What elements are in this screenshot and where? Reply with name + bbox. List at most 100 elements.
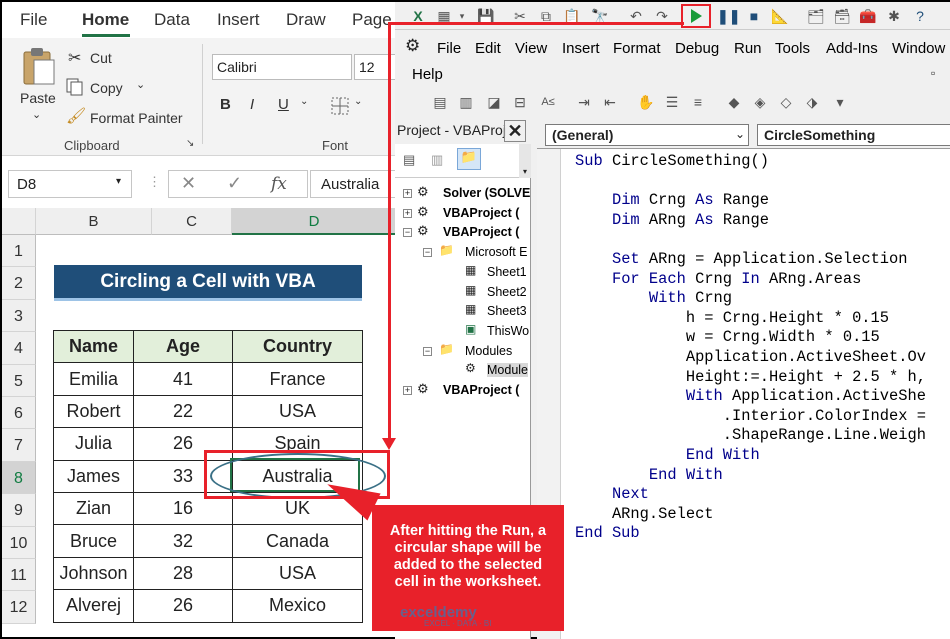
table-cell[interactable]: USA	[232, 394, 363, 429]
name-box[interactable]: D8	[8, 170, 132, 198]
table-cell[interactable]: Emilia	[53, 362, 134, 396]
vba-menu-help[interactable]: Help	[412, 66, 443, 83]
object-combo[interactable]: (General) ⌄	[545, 124, 749, 146]
copy-button[interactable]: Copy	[90, 80, 123, 96]
table-cell[interactable]: 32	[133, 524, 233, 558]
format-painter-icon[interactable]: 🖌	[66, 106, 86, 126]
underline-dropdown-icon[interactable]: ⌄	[300, 96, 308, 107]
table-cell[interactable]: Johnson	[53, 556, 134, 591]
scissors-icon[interactable]: ✂	[68, 48, 81, 68]
table-cell[interactable]: 22	[133, 394, 233, 429]
properties-icon[interactable]: 🗃	[833, 7, 851, 25]
tree-vbaproject-1[interactable]: VBAProject (	[443, 206, 519, 220]
tree-microsoft-excel-objects[interactable]: Microsoft E	[465, 245, 528, 259]
underline-button[interactable]: U	[278, 96, 289, 113]
cancel-icon[interactable]: ✕	[181, 173, 196, 194]
menu-home[interactable]: Home	[82, 10, 129, 30]
row-header-10[interactable]: 10	[2, 526, 36, 559]
select-all-corner[interactable]	[2, 208, 36, 235]
view-object-icon[interactable]: ▥	[431, 152, 443, 168]
close-project-explorer-button[interactable]: ✕	[504, 120, 526, 142]
tree-vbaproject-2[interactable]: VBAProject (	[443, 225, 519, 239]
parameter-info-icon[interactable]: ⊟	[511, 93, 529, 111]
quick-info-icon[interactable]: ◪	[485, 93, 503, 111]
row-header-9[interactable]: 9	[2, 494, 36, 527]
uncomment-block-icon[interactable]: ≡	[689, 93, 707, 111]
tree-modules[interactable]: Modules	[465, 344, 512, 358]
name-box-dropdown-icon[interactable]: ▾	[116, 176, 121, 187]
expand-icon[interactable]: +	[403, 209, 412, 218]
object-browser-icon[interactable]: 🧰	[859, 7, 877, 25]
table-cell[interactable]: 41	[133, 362, 233, 396]
complete-word-icon[interactable]: A≤	[539, 93, 557, 111]
row-header-12[interactable]: 12	[2, 591, 36, 624]
header-name[interactable]: Name	[53, 329, 134, 364]
formula-input[interactable]: Australia	[310, 170, 395, 198]
insert-function-icon[interactable]: fx	[271, 174, 287, 194]
copy-icon[interactable]	[66, 78, 84, 96]
vba-menu-run[interactable]: Run	[734, 40, 762, 57]
tree-thisworkbook[interactable]: ThisWo	[487, 324, 529, 338]
row-header-2[interactable]: 2	[2, 267, 36, 300]
table-cell[interactable]: Alverej	[53, 589, 134, 623]
previous-bookmark-icon[interactable]: ◇	[777, 93, 795, 111]
menu-insert[interactable]: Insert	[217, 10, 260, 30]
next-bookmark-icon[interactable]: ◈	[751, 93, 769, 111]
tree-vbaproject-3[interactable]: VBAProject (	[443, 383, 519, 397]
tree-sheet2[interactable]: Sheet2	[487, 285, 527, 299]
break-icon[interactable]: ❚❚	[717, 7, 740, 25]
table-cell[interactable]: Zian	[53, 491, 134, 526]
table-cell[interactable]: Robert	[53, 394, 134, 429]
explorer-scroll-icon[interactable]: ▾	[519, 144, 531, 178]
column-header-c[interactable]: C	[152, 208, 232, 235]
tree-sheet3[interactable]: Sheet3	[487, 304, 527, 318]
row-header-11[interactable]: 11	[2, 559, 36, 592]
outdent-icon[interactable]: ⇤	[601, 93, 619, 111]
menu-data[interactable]: Data	[154, 10, 190, 30]
menu-file[interactable]: File	[20, 10, 47, 30]
run-icon[interactable]	[691, 9, 702, 23]
paste-label[interactable]: Paste	[20, 90, 56, 106]
view-code-icon[interactable]: ▤	[403, 152, 415, 168]
vba-menu-edit[interactable]: Edit	[475, 40, 501, 57]
help-icon[interactable]: ?	[911, 7, 929, 25]
table-cell[interactable]: 28	[133, 556, 233, 591]
row-header-4[interactable]: 4	[2, 332, 36, 365]
clear-bookmarks-icon[interactable]: ⬗	[803, 93, 821, 111]
project-explorer-icon[interactable]: 🗂	[807, 7, 825, 25]
code-editor[interactable]: Sub CircleSomething() Dim Crng As Range …	[575, 152, 926, 544]
procedure-combo[interactable]: CircleSomething	[757, 124, 950, 146]
table-cell[interactable]: 26	[133, 589, 233, 623]
expand-icon[interactable]: +	[403, 386, 412, 395]
row-header-3[interactable]: 3	[2, 299, 36, 333]
row-header-7[interactable]: 7	[2, 429, 36, 462]
cut-button[interactable]: Cut	[90, 50, 112, 66]
expand-icon[interactable]: +	[403, 189, 412, 198]
row-header-1[interactable]: 1	[2, 235, 36, 268]
font-name-box[interactable]: Calibri	[212, 54, 352, 80]
toggle-bookmark-icon[interactable]: ◆	[725, 93, 743, 111]
table-cell[interactable]: France	[232, 362, 363, 396]
design-mode-icon[interactable]: 📐	[771, 7, 789, 25]
vba-menu-format[interactable]: Format	[613, 40, 661, 57]
vba-menu-debug[interactable]: Debug	[675, 40, 719, 57]
borders-icon[interactable]	[330, 96, 350, 116]
vba-menu-view[interactable]: View	[515, 40, 547, 57]
table-cell[interactable]: Canada	[232, 524, 363, 558]
row-header-5[interactable]: 5	[2, 364, 36, 397]
vba-menu-file[interactable]: File	[437, 40, 461, 57]
table-cell[interactable]: Mexico	[232, 589, 363, 623]
row-header-6[interactable]: 6	[2, 397, 36, 430]
vba-menu-window[interactable]: Window	[892, 40, 945, 57]
tree-module1[interactable]: Module	[487, 363, 528, 377]
clipboard-launcher-icon[interactable]: ↘	[186, 138, 194, 149]
header-country[interactable]: Country	[232, 329, 363, 364]
list-properties-icon[interactable]: ▤	[431, 93, 449, 111]
toggle-folders-icon[interactable]: 📁	[457, 148, 481, 170]
reset-icon[interactable]: ■	[745, 7, 763, 25]
header-age[interactable]: Age	[133, 329, 233, 364]
vba-menu-addins[interactable]: Add-Ins	[826, 40, 878, 57]
collapse-icon[interactable]: −	[423, 248, 432, 257]
tree-sheet1[interactable]: Sheet1	[487, 265, 527, 279]
tree-solver[interactable]: Solver (SOLVE	[443, 186, 530, 200]
